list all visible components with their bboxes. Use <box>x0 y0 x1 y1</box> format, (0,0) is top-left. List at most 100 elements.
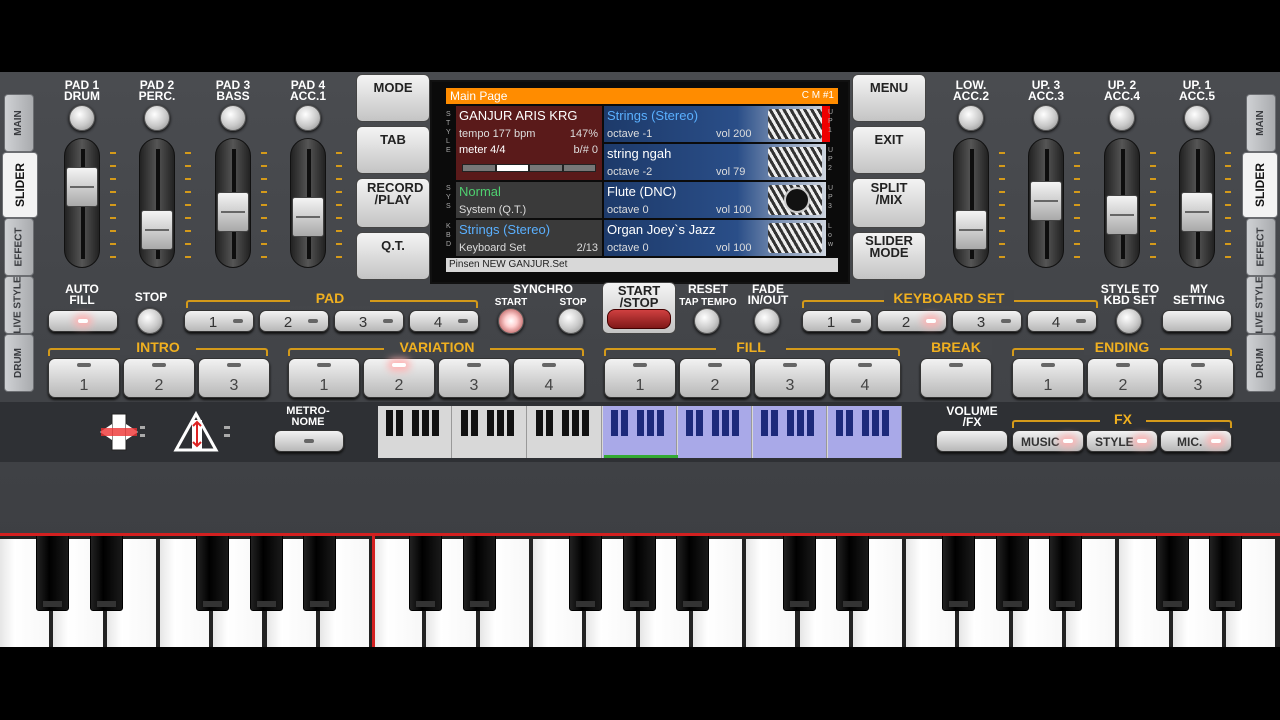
sys-panel[interactable]: Normal System (Q.T.) <box>456 182 602 218</box>
left-tab-live-style[interactable]: LIVE STYLE <box>4 276 34 334</box>
octave-icon[interactable] <box>172 410 236 454</box>
menu-button[interactable]: MENU <box>852 74 926 122</box>
black-key[interactable] <box>1155 535 1189 611</box>
black-key[interactable] <box>409 535 443 611</box>
black-key[interactable] <box>89 535 123 611</box>
part-row-2[interactable]: string ngah octave -2 vol 79 <box>604 144 826 180</box>
tab-button[interactable]: TAB <box>356 126 430 174</box>
keyboard-set-button-4[interactable]: 4 <box>1027 310 1097 332</box>
left-slider-thumb-4[interactable] <box>292 197 324 238</box>
left-tab-slider[interactable]: SLIDER <box>2 152 38 218</box>
right-slider-thumb-4[interactable] <box>1181 191 1213 232</box>
variation-button-3[interactable]: 3 <box>438 358 510 398</box>
fx-music-button[interactable]: MUSIC <box>1012 430 1084 452</box>
record-play-button[interactable]: RECORD /PLAY <box>356 178 430 228</box>
left-tab-main[interactable]: MAIN <box>4 94 34 152</box>
black-key[interactable] <box>995 535 1029 611</box>
fade-knob[interactable] <box>754 308 780 334</box>
keyboard-set-button-3[interactable]: 3 <box>952 310 1022 332</box>
fill-button-2[interactable]: 2 <box>679 358 751 398</box>
black-key[interactable] <box>196 535 230 611</box>
variation-button-4[interactable]: 4 <box>513 358 585 398</box>
keyboard-set-button-2[interactable]: 2 <box>877 310 947 332</box>
black-key[interactable] <box>249 535 283 611</box>
black-key[interactable] <box>622 535 656 611</box>
ending-button-3[interactable]: 3 <box>1162 358 1234 398</box>
intro-button-2[interactable]: 2 <box>123 358 195 398</box>
main-display[interactable]: Main Page C M #1 GANJUR ARIS KRG tempo 1… <box>430 80 850 284</box>
variation-button-2[interactable]: 2 <box>363 358 435 398</box>
split-mix-button[interactable]: SPLIT /MIX <box>852 178 926 228</box>
keyboard-range-map[interactable] <box>378 406 902 458</box>
black-key[interactable] <box>675 535 709 611</box>
style-to-kbd-knob[interactable] <box>1116 308 1142 334</box>
right-knob-2[interactable] <box>1033 105 1059 131</box>
keyboard-set-button-1[interactable]: 1 <box>802 310 872 332</box>
left-slider-thumb-3[interactable] <box>217 191 249 232</box>
start-stop-button[interactable]: START /STOP <box>602 282 676 334</box>
intro-button-3[interactable]: 3 <box>198 358 270 398</box>
right-tab-live-style[interactable]: LIVE STYLE <box>1246 276 1276 334</box>
pad-button-2[interactable]: 2 <box>259 310 329 332</box>
right-tab-main[interactable]: MAIN <box>1246 94 1276 152</box>
black-key[interactable] <box>942 535 976 611</box>
fill-button-4[interactable]: 4 <box>829 358 901 398</box>
part-row-1[interactable]: Strings (Stereo) octave -1 vol 200 <box>604 106 830 142</box>
synchro-start-knob[interactable] <box>498 308 524 334</box>
right-knob-1[interactable] <box>958 105 984 131</box>
left-slider-thumb-2[interactable] <box>141 209 173 250</box>
left-tab-effect[interactable]: EFFECT <box>4 218 34 276</box>
exit-button[interactable]: EXIT <box>852 126 926 174</box>
left-knob-4[interactable] <box>295 105 321 131</box>
reset-knob[interactable] <box>694 308 720 334</box>
fx-mic-button[interactable]: MIC. <box>1160 430 1232 452</box>
right-tab-effect[interactable]: EFFECT <box>1246 218 1276 276</box>
intro-button-1[interactable]: 1 <box>48 358 120 398</box>
black-key[interactable] <box>462 535 496 611</box>
black-key[interactable] <box>569 535 603 611</box>
black-key[interactable] <box>835 535 869 611</box>
left-knob-2[interactable] <box>144 105 170 131</box>
right-slider-thumb-1[interactable] <box>955 209 987 250</box>
right-slider-thumb-2[interactable] <box>1030 180 1062 221</box>
fill-button-1[interactable]: 1 <box>604 358 676 398</box>
black-key[interactable] <box>1049 535 1082 611</box>
right-slider-thumb-3[interactable] <box>1106 194 1138 235</box>
left-slider-thumb-1[interactable] <box>66 166 98 207</box>
ending-button-2[interactable]: 2 <box>1087 358 1159 398</box>
black-key[interactable] <box>302 535 336 611</box>
left-knob-1[interactable] <box>69 105 95 131</box>
black-key[interactable] <box>782 535 816 611</box>
part-row-4[interactable]: Organ Joey`s Jazz octave 0 vol 100 <box>604 220 826 256</box>
part-row-3[interactable]: Flute (DNC) octave 0 vol 100 <box>604 182 826 218</box>
metronome-button[interactable] <box>274 430 344 452</box>
stop-knob[interactable] <box>137 308 163 334</box>
variation-button-1[interactable]: 1 <box>288 358 360 398</box>
slider-mode-button[interactable]: SLIDER MODE <box>852 232 926 280</box>
auto-fill-button[interactable] <box>48 310 118 332</box>
volume-fx-button[interactable] <box>936 430 1008 452</box>
right-knob-4[interactable] <box>1184 105 1210 131</box>
pad-button-4[interactable]: 4 <box>409 310 479 332</box>
mode-button[interactable]: MODE <box>356 74 430 122</box>
break-button[interactable] <box>920 358 992 398</box>
pad-button-3[interactable]: 3 <box>334 310 404 332</box>
transpose-icon[interactable] <box>96 410 146 454</box>
style-panel[interactable]: GANJUR ARIS KRG tempo 177 bpm 147% meter… <box>456 106 602 180</box>
pad-button-1[interactable]: 1 <box>184 310 254 332</box>
left-tab-drum[interactable]: DRUM <box>4 334 34 392</box>
kbd-panel[interactable]: Strings (Stereo) Keyboard Set 2/13 <box>456 220 602 256</box>
fill-button-3[interactable]: 3 <box>754 358 826 398</box>
right-tab-drum[interactable]: DRUM <box>1246 334 1276 392</box>
quick-tone-button[interactable]: Q.T. <box>356 232 430 280</box>
my-setting-button[interactable] <box>1162 310 1232 332</box>
left-knob-3[interactable] <box>220 105 246 131</box>
synchro-stop-knob[interactable] <box>558 308 584 334</box>
black-key[interactable] <box>1208 535 1242 611</box>
fx-style-button[interactable]: STYLE <box>1086 430 1158 452</box>
right-tab-slider[interactable]: SLIDER <box>1242 152 1278 218</box>
right-knob-3[interactable] <box>1109 105 1135 131</box>
ending-button-1[interactable]: 1 <box>1012 358 1084 398</box>
piano-keyboard[interactable]: C5D5E5F5G5A5B5C6D6E6F6G6A6B6C7D7E7F7G7A7… <box>0 535 1280 647</box>
black-key[interactable] <box>36 535 70 611</box>
